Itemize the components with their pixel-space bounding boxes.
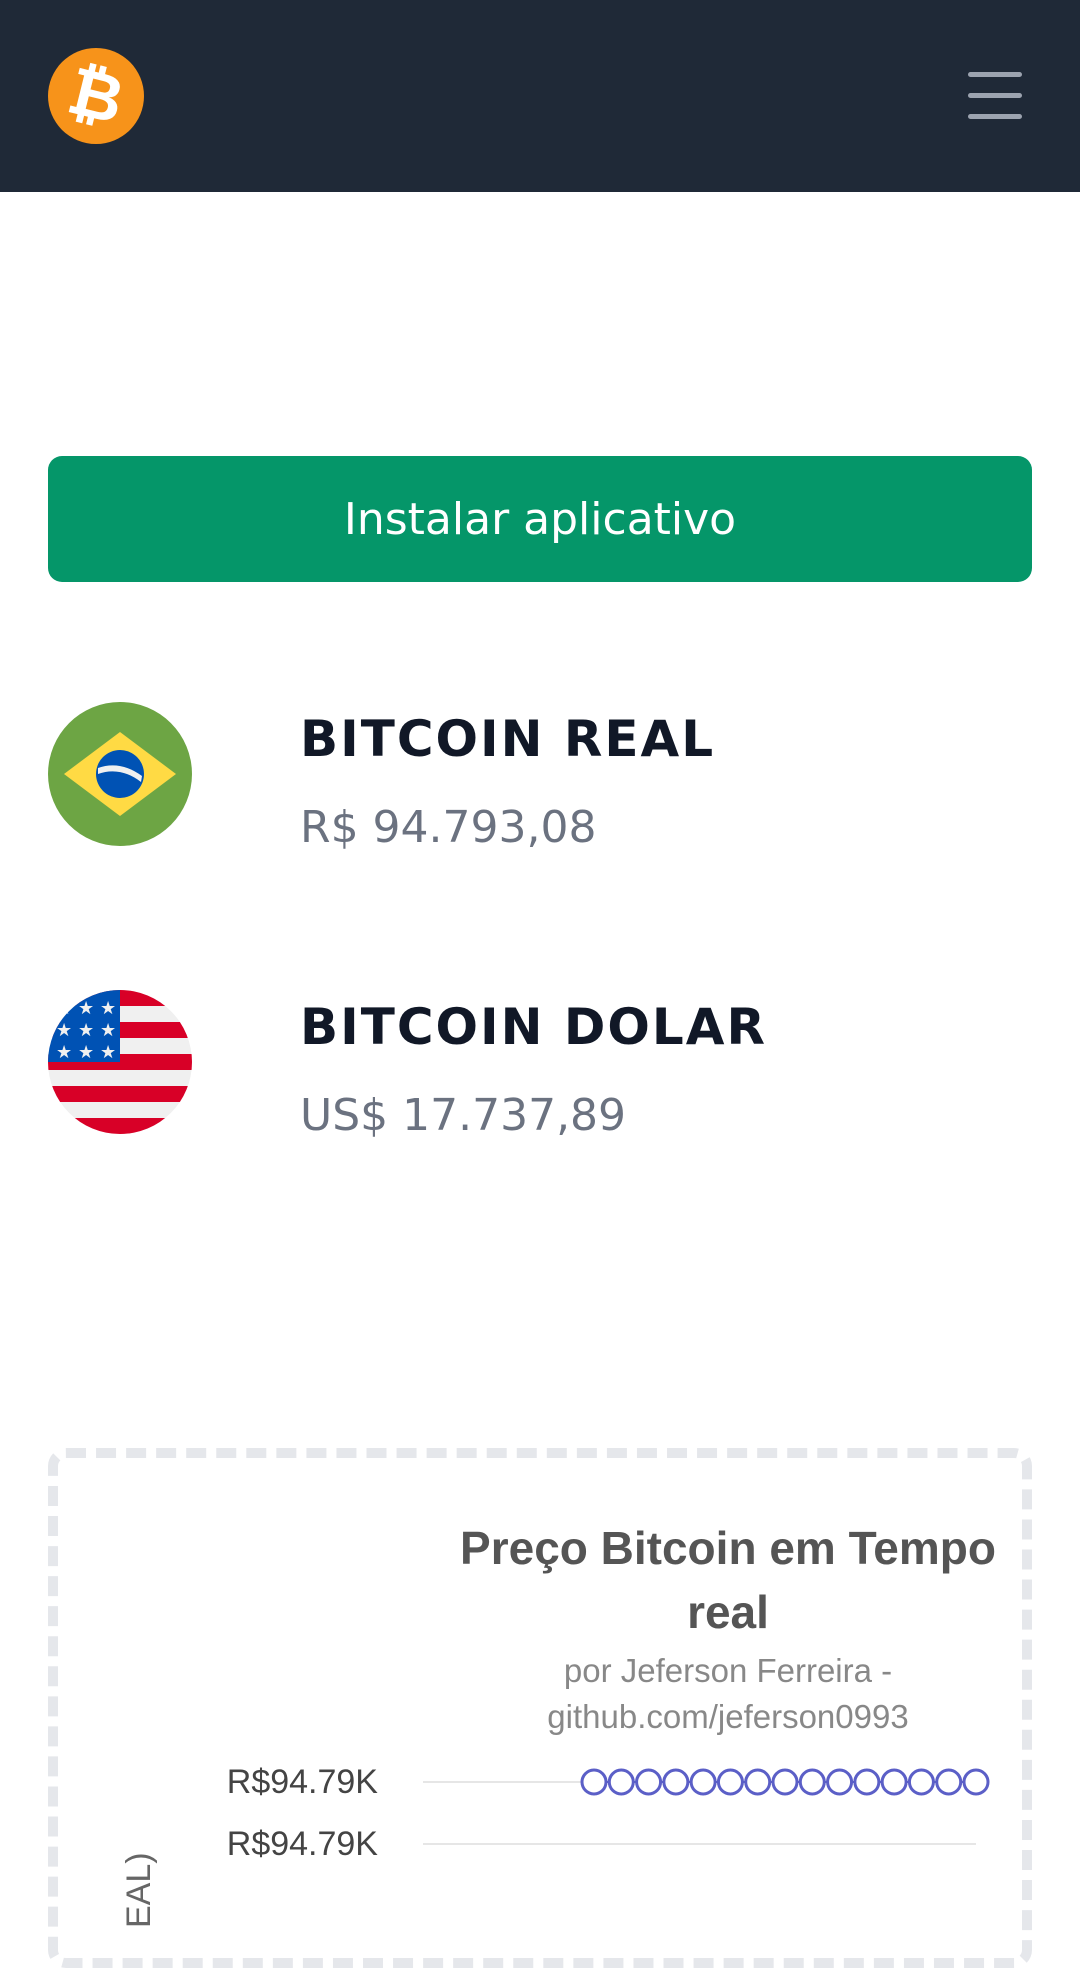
bitcoin-logo-glyph: ₿ — [60, 51, 132, 140]
data-point[interactable] — [798, 1768, 826, 1796]
svg-text:★: ★ — [100, 998, 116, 1019]
bitcoin-logo-icon[interactable]: ₿ — [48, 48, 144, 144]
svg-text:★: ★ — [78, 998, 94, 1019]
svg-text:★: ★ — [56, 1020, 72, 1041]
svg-text:★: ★ — [56, 998, 72, 1019]
svg-text:★: ★ — [100, 1042, 116, 1063]
data-point[interactable] — [635, 1768, 663, 1796]
data-point[interactable] — [935, 1768, 963, 1796]
data-point[interactable] — [662, 1768, 690, 1796]
svg-text:★: ★ — [78, 1020, 94, 1041]
y-tick-label: R$94.79K — [227, 1825, 379, 1863]
data-point[interactable] — [716, 1768, 744, 1796]
data-point[interactable] — [826, 1768, 854, 1796]
data-point[interactable] — [771, 1768, 799, 1796]
y-tick-label: R$94.79K — [227, 1763, 379, 1801]
svg-text:★: ★ — [78, 1042, 94, 1063]
price-chart-card: Preço Bitcoin em Tempo real por Jeferson… — [48, 1448, 1032, 1968]
coin-price: US$ 17.737,89 — [300, 1090, 627, 1141]
coin-name: BITCOIN DOLAR — [300, 998, 767, 1056]
svg-text:★: ★ — [56, 1042, 72, 1063]
usa-flag-icon: ★ ★ ★ ★ ★ ★ ★ ★ ★ — [48, 990, 192, 1134]
coin-row-real: BITCOIN REAL R$ 94.793,08 — [0, 702, 1080, 853]
top-navbar: ₿ — [0, 0, 1080, 192]
data-point[interactable] — [907, 1768, 935, 1796]
coin-price: R$ 94.793,08 — [300, 802, 597, 853]
y-axis-title: EAL) — [120, 1852, 158, 1928]
install-app-button[interactable]: Instalar aplicativo — [48, 456, 1032, 582]
hamburger-menu-icon[interactable] — [968, 72, 1024, 120]
coin-row-dolar: ★ ★ ★ ★ ★ ★ ★ ★ ★ BITCOIN DOLAR US$ 17.737,89 — [0, 990, 1080, 1141]
data-point[interactable] — [853, 1768, 881, 1796]
svg-text:★: ★ — [100, 1020, 116, 1041]
data-point[interactable] — [744, 1768, 772, 1796]
data-point[interactable] — [880, 1768, 908, 1796]
brazil-flag-icon — [48, 702, 192, 846]
data-point[interactable] — [689, 1768, 717, 1796]
data-point[interactable] — [580, 1768, 608, 1796]
data-point[interactable] — [607, 1768, 635, 1796]
data-point[interactable] — [962, 1768, 990, 1796]
price-chart: R$94.79K R$94.79K EAL) — [120, 1763, 990, 1928]
coin-name: BITCOIN REAL — [300, 710, 716, 768]
